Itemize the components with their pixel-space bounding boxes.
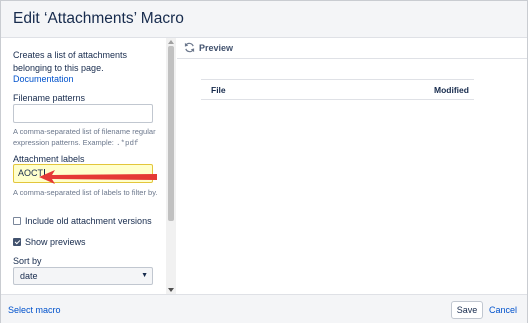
include-old-versions-option[interactable]: Include old attachment versions (13, 216, 152, 226)
show-previews-option[interactable]: Show previews (13, 237, 86, 247)
column-header-file: File (211, 85, 226, 95)
show-previews-label: Show previews (25, 237, 86, 247)
preview-table-top-border (201, 79, 474, 80)
macro-dialog: Edit ‘Attachments’ Macro Creates a list … (0, 0, 528, 323)
sort-by-select[interactable]: date ▼ (13, 267, 153, 285)
show-previews-checkbox[interactable] (13, 238, 21, 246)
save-button[interactable]: Save (451, 301, 483, 319)
scrollbar-thumb[interactable] (168, 46, 174, 221)
dialog-footer: Select macro Save Cancel (1, 294, 527, 323)
sidebar-scrollbar[interactable] (166, 38, 176, 294)
preview-header: Preview (177, 38, 527, 59)
attachment-labels-label: Attachment labels (13, 154, 85, 164)
cancel-link[interactable]: Cancel (489, 305, 517, 315)
annotation-arrow-icon (39, 170, 157, 184)
chevron-down-icon: ▼ (141, 272, 148, 279)
filename-patterns-input[interactable] (13, 104, 153, 123)
include-old-versions-label: Include old attachment versions (25, 216, 152, 226)
preview-label: Preview (199, 43, 234, 53)
column-header-modified: Modified (434, 85, 469, 95)
filename-patterns-help: A comma-separated list of filename regul… (13, 127, 156, 148)
refresh-icon[interactable] (184, 42, 195, 53)
filename-patterns-example: .*pdf (115, 139, 139, 148)
filename-patterns-label: Filename patterns (13, 93, 86, 103)
sort-by-label: Sort by (13, 256, 42, 266)
dialog-title: Edit ‘Attachments’ Macro (13, 10, 184, 27)
attachment-labels-help: A comma-separated list of labels to filt… (13, 188, 158, 197)
macro-description: Creates a list of attachments belonging … (13, 50, 128, 73)
documentation-link[interactable]: Documentation (13, 74, 74, 84)
scroll-down-icon[interactable] (168, 288, 174, 292)
include-old-versions-checkbox[interactable] (13, 217, 21, 225)
select-macro-link[interactable]: Select macro (8, 305, 61, 315)
sort-by-value: date (20, 271, 38, 281)
preview-table-header-divider (201, 99, 474, 100)
dialog-header: Edit ‘Attachments’ Macro (1, 1, 527, 38)
macro-parameters-panel: Creates a list of attachments belonging … (1, 38, 176, 294)
scroll-up-icon[interactable] (168, 40, 174, 44)
